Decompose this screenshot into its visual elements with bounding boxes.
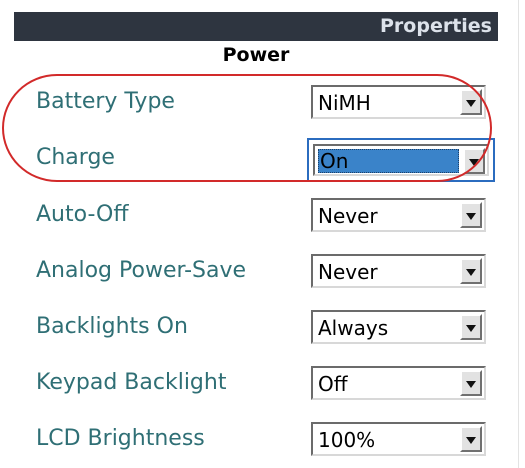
panel-right-border (518, 0, 519, 468)
keypad-backlight-label: Keypad Backlight (36, 370, 227, 395)
properties-title: Properties (380, 15, 492, 37)
battery-type-value: NiMH (318, 91, 371, 115)
auto-off-label: Auto-Off (36, 202, 129, 227)
chevron-down-icon[interactable] (460, 89, 482, 115)
chevron-down-icon[interactable] (460, 202, 482, 228)
battery-type-label: Battery Type (36, 89, 175, 114)
backlights-on-label: Backlights On (36, 314, 188, 339)
auto-off-select[interactable]: Never (311, 198, 486, 232)
keypad-backlight-select[interactable]: Off (311, 366, 486, 400)
lcd-brightness-label: LCD Brightness (36, 426, 205, 451)
chevron-down-icon[interactable] (460, 426, 482, 452)
charge-value: On (320, 149, 349, 173)
auto-off-value: Never (318, 204, 378, 228)
lcd-brightness-select[interactable]: 100% (311, 422, 486, 456)
section-title-power: Power (222, 44, 290, 66)
charge-select-inner: On (313, 144, 489, 176)
charge-label: Charge (36, 145, 115, 170)
chevron-down-icon[interactable] (460, 370, 482, 396)
chevron-down-icon[interactable] (463, 148, 485, 174)
battery-type-select[interactable]: NiMH (311, 85, 486, 119)
charge-select[interactable]: On (307, 138, 495, 182)
analog-power-save-value: Never (318, 260, 378, 284)
lcd-brightness-value: 100% (318, 428, 376, 452)
keypad-backlight-value: Off (318, 372, 348, 396)
chevron-down-icon[interactable] (460, 258, 482, 284)
analog-power-save-label: Analog Power-Save (36, 258, 247, 283)
backlights-on-value: Always (318, 316, 389, 340)
properties-header: Properties (14, 12, 498, 41)
analog-power-save-select[interactable]: Never (311, 254, 486, 288)
chevron-down-icon[interactable] (460, 314, 482, 340)
backlights-on-select[interactable]: Always (311, 310, 486, 344)
